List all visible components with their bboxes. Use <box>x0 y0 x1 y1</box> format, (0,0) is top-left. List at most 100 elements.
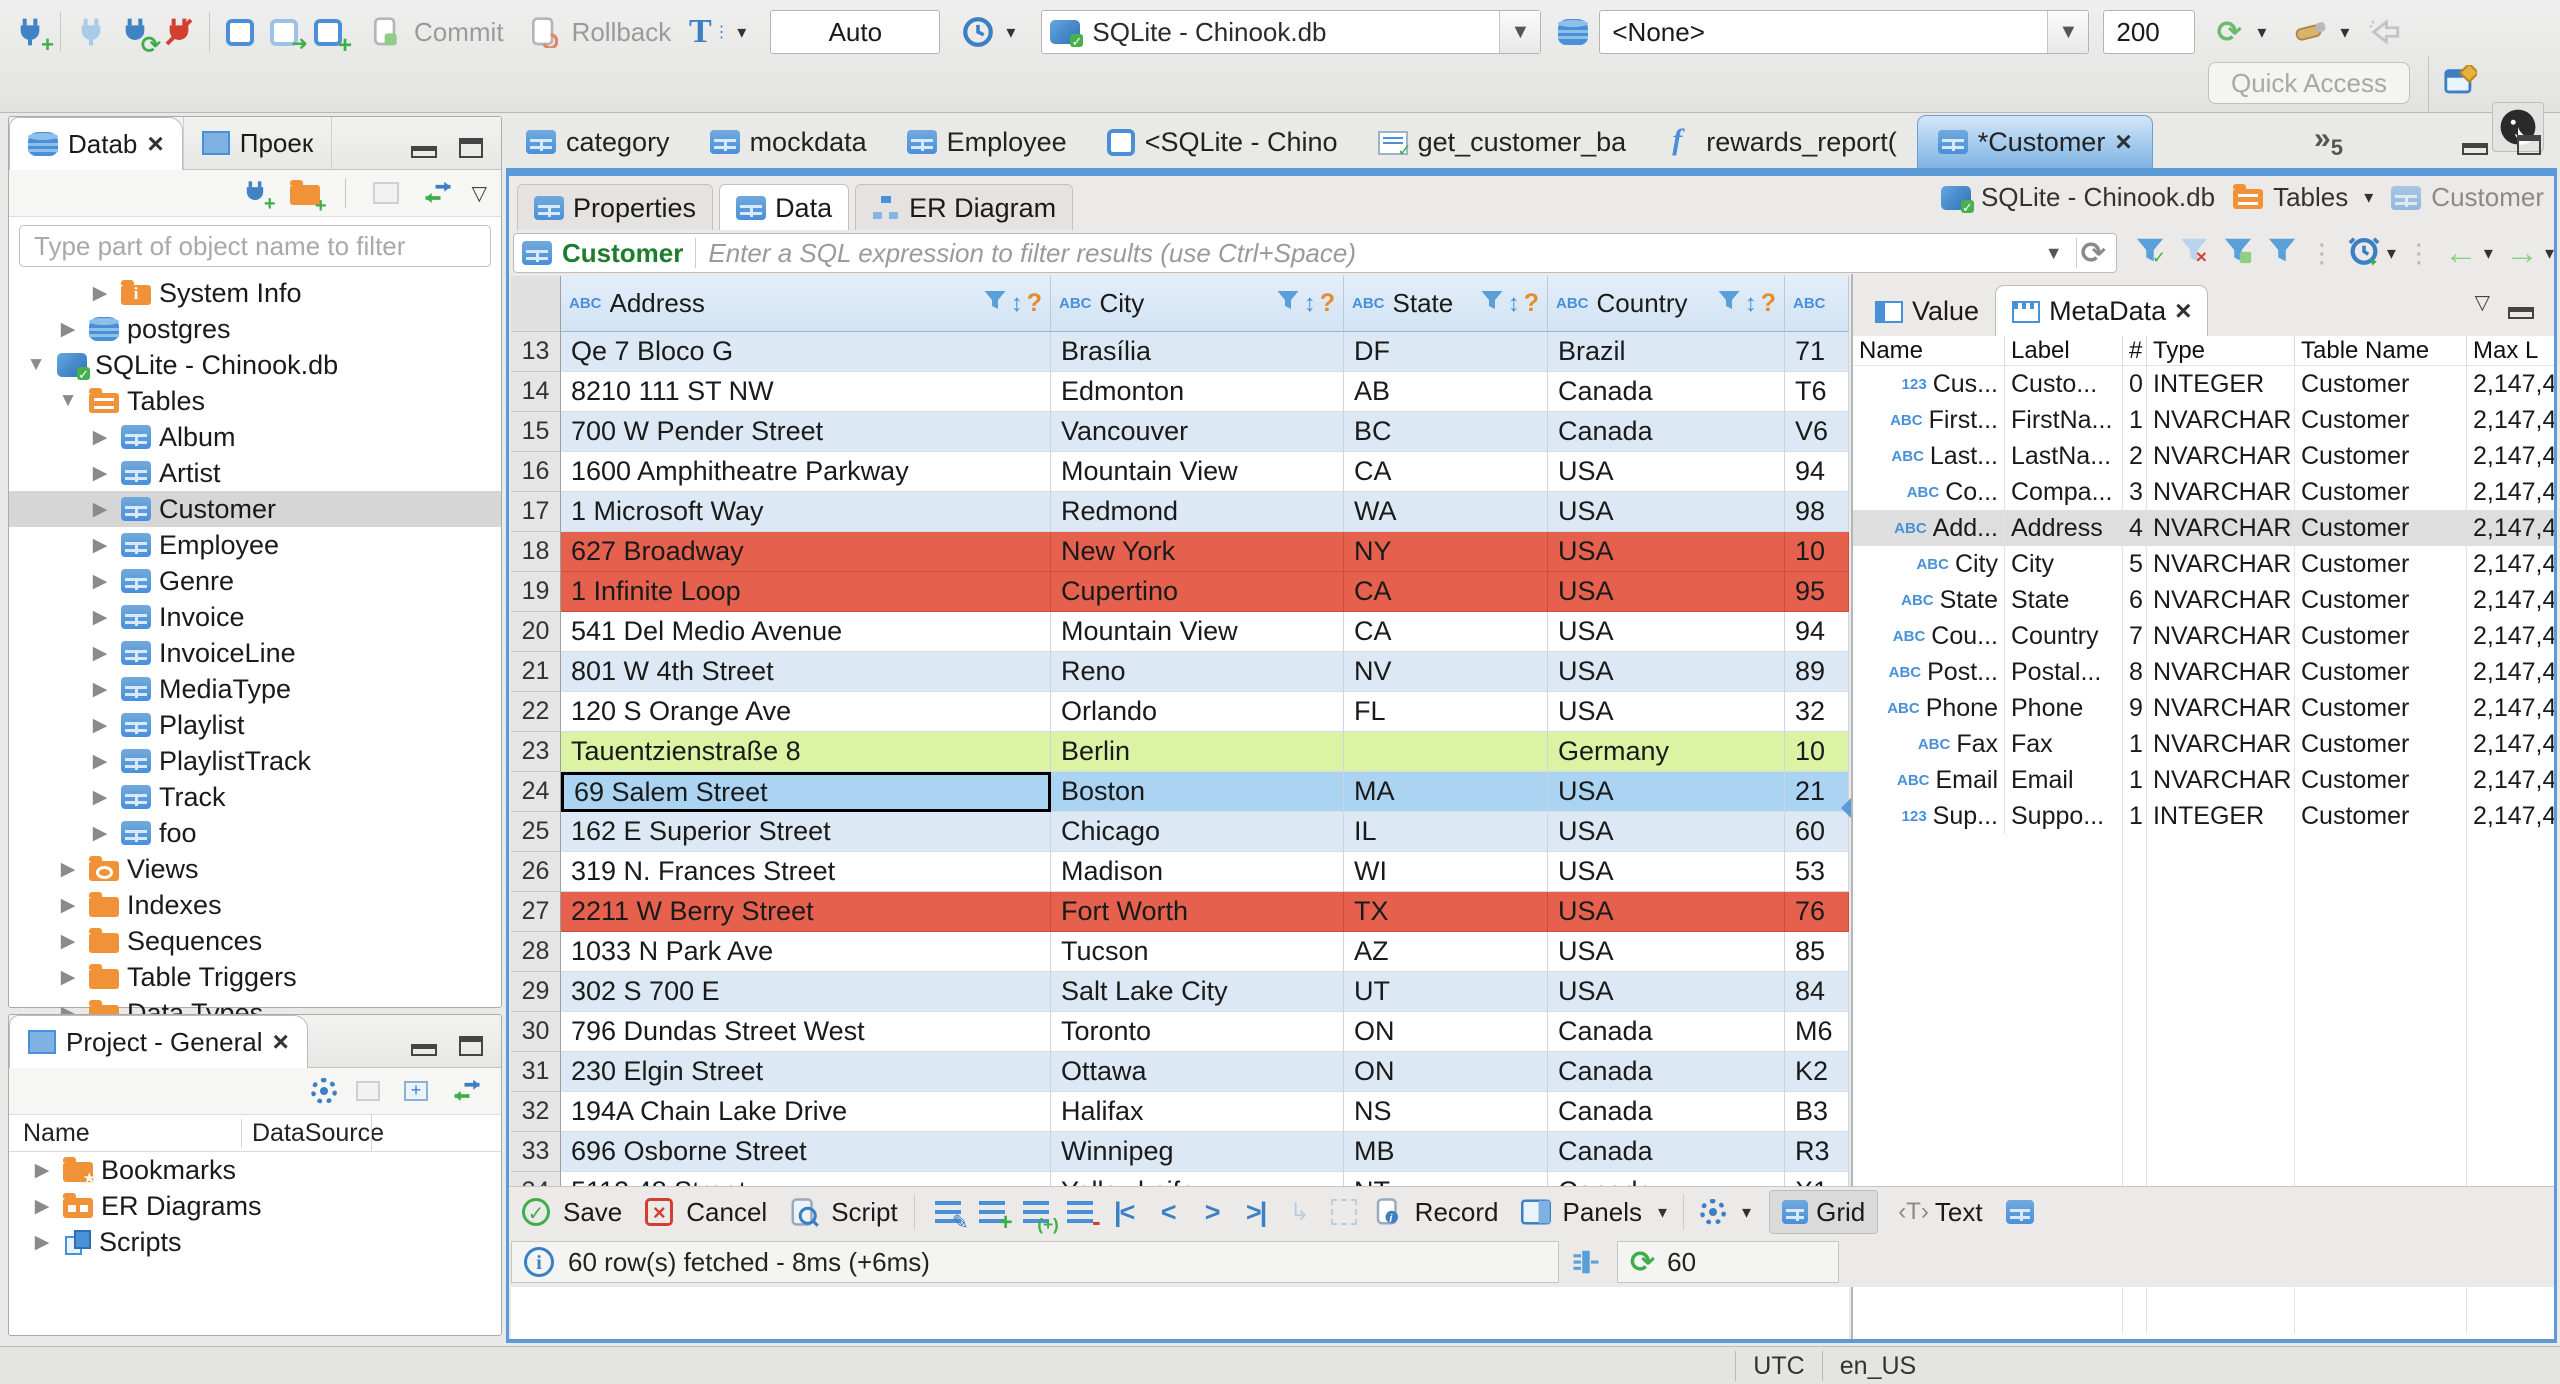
meta-cell[interactable]: State <box>2005 582 2123 618</box>
edit-cell-icon[interactable]: ✎ <box>931 1195 969 1234</box>
grid-cell[interactable]: 10 <box>1785 532 1849 572</box>
filter-custom-icon[interactable] <box>2267 235 2297 272</box>
tree-expanded-icon[interactable]: ▼ <box>55 390 81 412</box>
tree-item-table-triggers[interactable]: ▶ Table Triggers <box>9 959 501 995</box>
grid-cell[interactable]: WI <box>1344 852 1548 892</box>
connect-icon[interactable] <box>69 10 113 54</box>
schema-select-combo[interactable]: <None> ▼ <box>1599 10 2090 54</box>
grid-cell[interactable]: NS <box>1344 1092 1548 1132</box>
column-filter-icon[interactable] <box>1717 288 1741 319</box>
row-number[interactable]: 16 <box>511 452 561 492</box>
meta-cell[interactable]: 2,147,483 <box>2467 618 2554 654</box>
grid-cell[interactable]: Orlando <box>1051 692 1344 732</box>
editor-maximize-icon[interactable] <box>2517 128 2541 159</box>
locale-indicator[interactable]: en_US <box>1823 1352 1933 1381</box>
meta-cell[interactable]: 5 <box>2123 546 2147 582</box>
editor-tab-close-icon[interactable]: × <box>2115 128 2131 156</box>
grid-cell[interactable]: Winnipeg <box>1051 1132 1344 1172</box>
meta-cell[interactable]: Fax <box>2005 726 2123 762</box>
filter-apply-icon[interactable]: ✓ <box>2135 235 2166 272</box>
auto-refresh-icon[interactable] <box>2347 233 2381 274</box>
add-row-icon[interactable]: + <box>975 1195 1013 1236</box>
tab-metadata[interactable]: MetaData × <box>1995 285 2209 336</box>
grid-cell[interactable]: CA <box>1344 452 1548 492</box>
column-header-city[interactable]: ABC City ↕? <box>1051 276 1344 332</box>
grid-cell[interactable]: 194A Chain Lake Drive <box>561 1092 1051 1132</box>
perspective-icon[interactable] <box>2438 60 2482 104</box>
grid-cell[interactable]: Canada <box>1548 1132 1785 1172</box>
project-expand-icon[interactable]: + <box>399 1074 433 1108</box>
meta-cell[interactable]: NVARCHAR <box>2147 690 2295 726</box>
tree-item-sequences[interactable]: ▶ Sequences <box>9 923 501 959</box>
meta-cell[interactable]: Customer <box>2295 798 2467 834</box>
row-number[interactable]: 29 <box>511 972 561 1012</box>
tab-database-close-icon[interactable]: × <box>147 130 163 158</box>
meta-cell[interactable]: 2,147,483 <box>2467 582 2554 618</box>
grid-cell[interactable]: 94 <box>1785 612 1849 652</box>
grid-cell[interactable]: 98 <box>1785 492 1849 532</box>
transaction-dropdown-caret[interactable]: ▾ <box>737 22 746 43</box>
meta-cell[interactable]: FirstNa... <box>2005 402 2123 438</box>
meta-name-cell[interactable]: ABC Fax <box>1853 726 2005 762</box>
meta-cell[interactable]: 2,147,483 <box>2467 690 2554 726</box>
grid-cell[interactable]: 76 <box>1785 892 1849 932</box>
meta-cell[interactable]: 2,147,483 <box>2467 654 2554 690</box>
grid-cell[interactable]: BC <box>1344 412 1548 452</box>
meta-cell[interactable]: Customer <box>2295 618 2467 654</box>
grid-cell[interactable]: 120 S Orange Ave <box>561 692 1051 732</box>
grid-cell[interactable]: USA <box>1548 452 1785 492</box>
filter-refresh-icon[interactable]: ⟳ <box>2081 236 2106 271</box>
meta-name-cell[interactable]: 123 Sup... <box>1853 798 2005 834</box>
tree-expanded-icon[interactable]: ▼ <box>23 354 49 376</box>
grid-cell[interactable]: Fort Worth <box>1051 892 1344 932</box>
tree-item-views[interactable]: ▶ Views <box>9 851 501 887</box>
meta-cell[interactable]: 1 <box>2123 798 2147 834</box>
meta-cell[interactable]: Custo... <box>2005 366 2123 402</box>
grid-cell[interactable]: V6 <box>1785 412 1849 452</box>
grid-cell[interactable]: 8210 111 ST NW <box>561 372 1051 412</box>
grid-cell[interactable]: Vancouver <box>1051 412 1344 452</box>
meta-cell[interactable]: 1 <box>2123 726 2147 762</box>
sql-terminal-icon[interactable] <box>2290 10 2334 54</box>
tree-collapsed-icon[interactable]: ▶ <box>87 642 113 665</box>
breadcrumb-table-label[interactable]: Customer <box>2431 182 2544 213</box>
text-view-button[interactable]: ‹T› Text <box>1888 1191 1992 1233</box>
row-number[interactable]: 19 <box>511 572 561 612</box>
meta-cell[interactable]: Customer <box>2295 690 2467 726</box>
project-item-scripts[interactable]: ▶ Scripts <box>9 1224 501 1260</box>
save-icon[interactable]: ✓ <box>519 1195 553 1229</box>
grid-cell[interactable]: Reno <box>1051 652 1344 692</box>
meta-cell[interactable]: Customer <box>2295 366 2467 402</box>
meta-column-table-name[interactable]: Table Name <box>2295 336 2467 366</box>
schema-select-arrow[interactable]: ▼ <box>2047 11 2089 53</box>
column-header-partial[interactable]: ABC <box>1785 276 1849 332</box>
editor-minimize-icon[interactable] <box>2462 132 2488 163</box>
grid-cell[interactable]: 1600 Amphitheatre Parkway <box>561 452 1051 492</box>
meta-cell[interactable]: 0 <box>2123 366 2147 402</box>
refresh-dropdown-caret[interactable]: ▾ <box>2257 22 2266 43</box>
tree-collapsed-icon[interactable]: ▶ <box>55 894 81 917</box>
tree-item-track[interactable]: ▶ Track <box>9 779 501 815</box>
grid-cell[interactable]: 84 <box>1785 972 1849 1012</box>
grid-cell[interactable]: USA <box>1548 772 1785 812</box>
meta-cell[interactable]: NVARCHAR <box>2147 546 2295 582</box>
meta-cell[interactable]: Customer <box>2295 654 2467 690</box>
auto-refresh-caret[interactable]: ▾ <box>2387 243 2396 264</box>
refresh-connection-icon[interactable]: ⟳ <box>2207 10 2251 54</box>
tree-collapsed-icon[interactable]: ▶ <box>29 1231 55 1254</box>
meta-cell[interactable]: Country <box>2005 618 2123 654</box>
tab-project-general[interactable]: Project - General × <box>9 1015 308 1068</box>
new-sql-script-icon[interactable]: + <box>306 10 352 59</box>
terminal-dropdown-caret[interactable]: ▾ <box>2340 22 2349 43</box>
fetch-prev-icon[interactable]: ← <box>2444 234 2478 273</box>
tab-value[interactable]: Value <box>1859 286 1995 336</box>
row-number[interactable]: 13 <box>511 332 561 372</box>
grid-cell[interactable]: MB <box>1344 1132 1548 1172</box>
script-label[interactable]: Script <box>831 1197 897 1228</box>
meta-cell[interactable]: Customer <box>2295 402 2467 438</box>
project-item-er-diagrams[interactable]: ▶ ER Diagrams <box>9 1188 501 1224</box>
auto-refresh-box[interactable]: ⟳ 60 <box>1617 1241 1839 1283</box>
tree-item-playlist[interactable]: ▶ Playlist <box>9 707 501 743</box>
meta-name-cell[interactable]: ABC Post... <box>1853 654 2005 690</box>
panels-caret[interactable]: ▾ <box>1658 1202 1667 1223</box>
